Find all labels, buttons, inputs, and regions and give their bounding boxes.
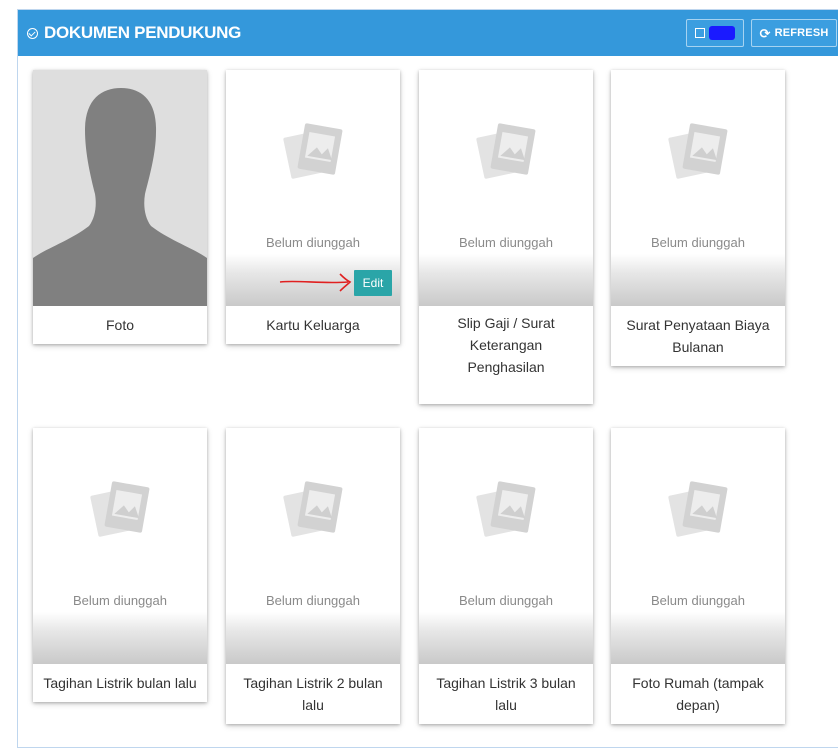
- refresh-label: REFRESH: [774, 27, 829, 39]
- document-card-kartu-keluarga: Belum diunggah Edit Kartu Keluarga: [226, 70, 400, 344]
- image-placeholder-icon: [666, 478, 730, 542]
- document-caption: Foto Rumah (tampak depan): [632, 675, 764, 713]
- document-thumbnail: Belum diunggah: [419, 70, 593, 306]
- document-caption: Slip Gaji / Surat Keterangan Penghasilan: [457, 315, 555, 375]
- document-card-tagihan-2: Belum diunggah Tagihan Listrik 2 bulan l…: [226, 428, 400, 724]
- document-thumbnail: Belum diunggah: [419, 428, 593, 664]
- edit-documents-button[interactable]: [686, 19, 744, 47]
- upload-status: Belum diunggah: [266, 235, 360, 250]
- document-caption: Tagihan Listrik 2 bulan lalu: [243, 675, 383, 713]
- edit-document-button[interactable]: Edit: [354, 270, 392, 296]
- refresh-icon: ⟳: [759, 25, 771, 41]
- document-card-foto-rumah: Belum diunggah Foto Rumah (tampak depan): [611, 428, 785, 724]
- image-placeholder-icon: [281, 478, 345, 542]
- document-thumbnail: Belum diunggah Edit: [226, 70, 400, 306]
- document-card-tagihan-1: Belum diunggah Tagihan Listrik bulan lal…: [33, 428, 207, 702]
- document-thumbnail: Belum diunggah: [33, 428, 207, 664]
- image-placeholder-icon: [474, 478, 538, 542]
- document-caption: Surat Penyataan Biaya Bulanan: [626, 317, 770, 355]
- upload-status: Belum diunggah: [459, 593, 553, 608]
- document-caption: Tagihan Listrik bulan lalu: [43, 675, 197, 691]
- upload-status: Belum diunggah: [651, 593, 745, 608]
- document-thumbnail: Belum diunggah: [611, 70, 785, 306]
- upload-status: Belum diunggah: [459, 235, 553, 250]
- redacted-label: [709, 26, 735, 40]
- document-thumbnail: Belum diunggah: [611, 428, 785, 664]
- document-caption: Kartu Keluarga: [266, 317, 360, 333]
- document-thumbnail: Belum diunggah: [226, 428, 400, 664]
- person-silhouette-icon: [33, 70, 207, 306]
- red-arrow-annotation: [279, 273, 352, 292]
- upload-status: Belum diunggah: [266, 593, 360, 608]
- upload-status: Belum diunggah: [651, 235, 745, 250]
- refresh-button[interactable]: ⟳ REFRESH: [751, 19, 837, 47]
- upload-status: Belum diunggah: [73, 593, 167, 608]
- document-caption: Tagihan Listrik 3 bulan lalu: [436, 675, 576, 713]
- document-caption: Foto: [105, 317, 134, 333]
- panel-title-text: DOKUMEN PENDUKUNG: [44, 23, 242, 42]
- panel-header: DOKUMEN PENDUKUNG ⟳ REFRESH: [18, 10, 838, 56]
- image-placeholder-icon: [88, 478, 152, 542]
- edit-icon: [695, 28, 705, 38]
- person-photo-placeholder: [33, 70, 207, 306]
- check-circle-icon: [27, 27, 38, 39]
- panel-title: DOKUMEN PENDUKUNG: [27, 23, 241, 43]
- image-placeholder-icon: [281, 120, 345, 184]
- document-card-tagihan-3: Belum diunggah Tagihan Listrik 3 bulan l…: [419, 428, 593, 724]
- document-card-surat-penyataan: Belum diunggah Surat Penyataan Biaya Bul…: [611, 70, 785, 366]
- document-card-foto: Foto: [33, 70, 207, 344]
- image-placeholder-icon: [474, 120, 538, 184]
- image-placeholder-icon: [666, 120, 730, 184]
- document-card-slip-gaji: Belum diunggah Slip Gaji / Surat Keteran…: [419, 70, 593, 404]
